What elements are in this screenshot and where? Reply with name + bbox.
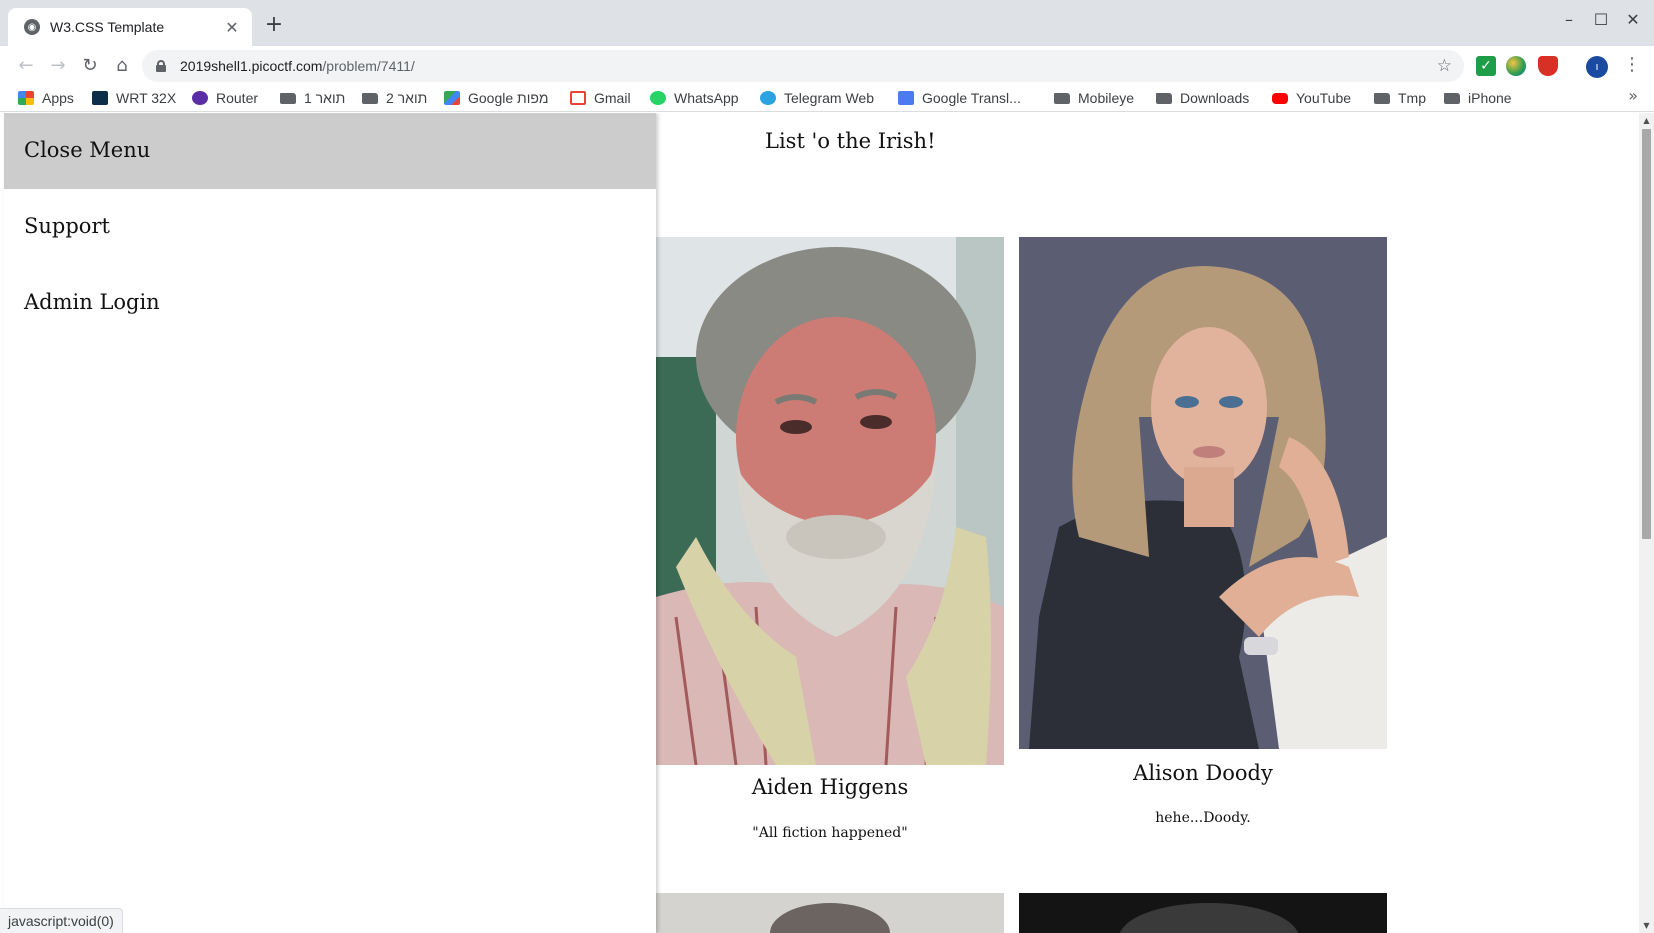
globe-extension-icon[interactable] — [1506, 56, 1526, 76]
close-tab-icon[interactable]: ✕ — [222, 18, 242, 37]
url-host: 2019shell1.picoctf.com — [180, 58, 323, 74]
folder-icon — [1054, 92, 1070, 104]
sidebar-menu: Close Menu Support Admin Login — [4, 113, 656, 933]
new-tab-button[interactable]: + — [262, 12, 286, 37]
bookmark-whatsapp[interactable]: WhatsApp — [650, 86, 739, 110]
portrait-image — [1019, 237, 1387, 749]
menu-kebab-icon[interactable]: ⋮ — [1622, 54, 1642, 75]
checkmark-extension-icon[interactable]: ✓ — [1476, 56, 1496, 76]
folder-icon — [1374, 92, 1390, 104]
apps-icon — [18, 91, 34, 105]
address-bar[interactable]: 2019shell1.picoctf.com /problem/7411/ ☆ — [142, 50, 1464, 82]
scroll-down-arrow-icon[interactable]: ▼ — [1639, 918, 1654, 933]
person-quote: "All fiction happened" — [752, 825, 908, 841]
home-button[interactable]: ⌂ — [110, 54, 134, 78]
person-photo — [1019, 893, 1387, 933]
profile-avatar[interactable]: ו — [1586, 56, 1608, 78]
bookmark-wrt32x[interactable]: WRT 32X — [92, 86, 176, 110]
wifi-icon — [92, 91, 108, 105]
portrait-image — [656, 893, 1004, 933]
person-photo — [656, 893, 1004, 933]
bookmark-youtube[interactable]: YouTube — [1272, 86, 1351, 110]
folder-icon — [1156, 92, 1172, 104]
browser-tab[interactable]: ◉ W3.CSS Template ✕ — [8, 8, 252, 46]
folder-icon — [1444, 92, 1460, 104]
person-card: Aiden Higgens "All fiction happened" — [656, 237, 1004, 933]
bookmarks-bar: Apps WRT 32X Router תואר 1 תואר 2 Google… — [0, 86, 1654, 112]
gmail-icon — [570, 91, 586, 105]
page-viewport: List 'o the Irish! Aiden Higgens "All fi… — [0, 113, 1654, 933]
folder-icon — [362, 92, 378, 104]
minimize-button[interactable]: – — [1554, 10, 1584, 29]
bookmark-router[interactable]: Router — [192, 86, 258, 110]
vertical-scrollbar[interactable]: ▲ ▼ — [1639, 113, 1654, 933]
bookmark-telegram[interactable]: Telegram Web — [760, 86, 874, 110]
translate-icon — [898, 91, 914, 105]
close-window-button[interactable]: ✕ — [1618, 10, 1648, 29]
bookmark-folder-downloads[interactable]: Downloads — [1156, 86, 1249, 110]
bookmark-folder-degree2[interactable]: תואר 2 — [362, 86, 427, 110]
scroll-up-arrow-icon[interactable]: ▲ — [1639, 113, 1654, 128]
bookmark-folder-degree1[interactable]: תואר 1 — [280, 86, 345, 110]
scrollbar-thumb[interactable] — [1642, 129, 1651, 539]
bookmark-google-translate[interactable]: Google Transl... — [898, 86, 1021, 110]
shield-extension-icon[interactable] — [1538, 56, 1558, 76]
globe-icon: ◉ — [24, 19, 40, 35]
bookmark-gmail[interactable]: Gmail — [570, 86, 631, 110]
bookmarks-overflow-icon[interactable]: » — [1628, 86, 1638, 105]
maps-icon — [444, 91, 460, 105]
tab-strip: ◉ W3.CSS Template ✕ + – ☐ ✕ — [0, 0, 1654, 46]
url-path: /problem/7411/ — [322, 58, 415, 74]
tab-title: W3.CSS Template — [50, 19, 165, 35]
person-card: Alison Doody hehe...Doody. — [1019, 237, 1387, 933]
bookmark-folder-mobileye[interactable]: Mobileye — [1054, 86, 1134, 110]
forward-button[interactable]: → — [46, 54, 70, 78]
sidebar-item-support[interactable]: Support — [4, 189, 656, 265]
person-quote: hehe...Doody. — [1155, 810, 1251, 826]
reload-button[interactable]: ↻ — [78, 54, 102, 78]
portrait-image — [656, 237, 1004, 765]
maximize-button[interactable]: ☐ — [1586, 10, 1616, 29]
router-icon — [192, 91, 208, 105]
browser-toolbar: ← → ↻ ⌂ 2019shell1.picoctf.com /problem/… — [0, 46, 1654, 86]
lock-icon[interactable] — [156, 60, 166, 72]
bookmark-apps[interactable]: Apps — [18, 86, 74, 110]
bookmark-folder-iphone[interactable]: iPhone — [1444, 86, 1512, 110]
person-name: Alison Doody — [1133, 761, 1273, 785]
folder-icon — [280, 92, 296, 104]
youtube-icon — [1272, 92, 1288, 104]
bookmark-google-maps[interactable]: Google מפות — [444, 86, 549, 110]
close-menu-button[interactable]: Close Menu — [4, 113, 656, 189]
bookmark-star-icon[interactable]: ☆ — [1437, 56, 1452, 76]
person-photo — [656, 237, 1004, 765]
back-button[interactable]: ← — [14, 54, 38, 78]
page-title: List 'o the Irish! — [765, 129, 936, 153]
person-name: Aiden Higgens — [751, 775, 909, 799]
telegram-icon — [760, 91, 776, 105]
sidebar-item-admin-login[interactable]: Admin Login — [4, 265, 656, 341]
person-photo — [1019, 237, 1387, 749]
portrait-image — [1019, 893, 1387, 933]
status-bubble: javascript:void(0) — [0, 908, 123, 933]
bookmark-folder-tmp[interactable]: Tmp — [1374, 86, 1426, 110]
whatsapp-icon — [650, 91, 666, 105]
